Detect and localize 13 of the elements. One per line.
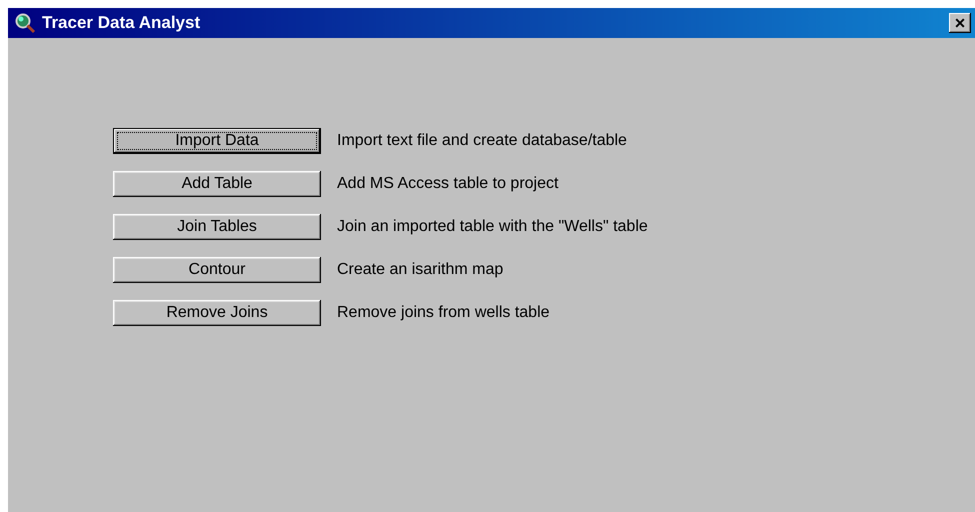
action-button[interactable]: Join Tables (113, 214, 321, 240)
action-button[interactable]: Add Table (113, 171, 321, 197)
action-description: Join an imported table with the "Wells" table (337, 218, 648, 236)
action-description: Remove joins from wells table (337, 304, 550, 322)
action-description: Import text file and create database/table (337, 132, 627, 150)
magnifier-icon (14, 12, 36, 34)
action-description: Create an isarithm map (337, 261, 504, 279)
action-button[interactable]: Contour (113, 257, 321, 283)
action-button[interactable]: Remove Joins (113, 300, 321, 326)
action-button[interactable]: Import Data (113, 128, 321, 154)
window-title: Tracer Data Analyst (42, 13, 202, 33)
close-button[interactable]: × (949, 13, 971, 33)
action-description: Add MS Access table to project (337, 175, 558, 193)
